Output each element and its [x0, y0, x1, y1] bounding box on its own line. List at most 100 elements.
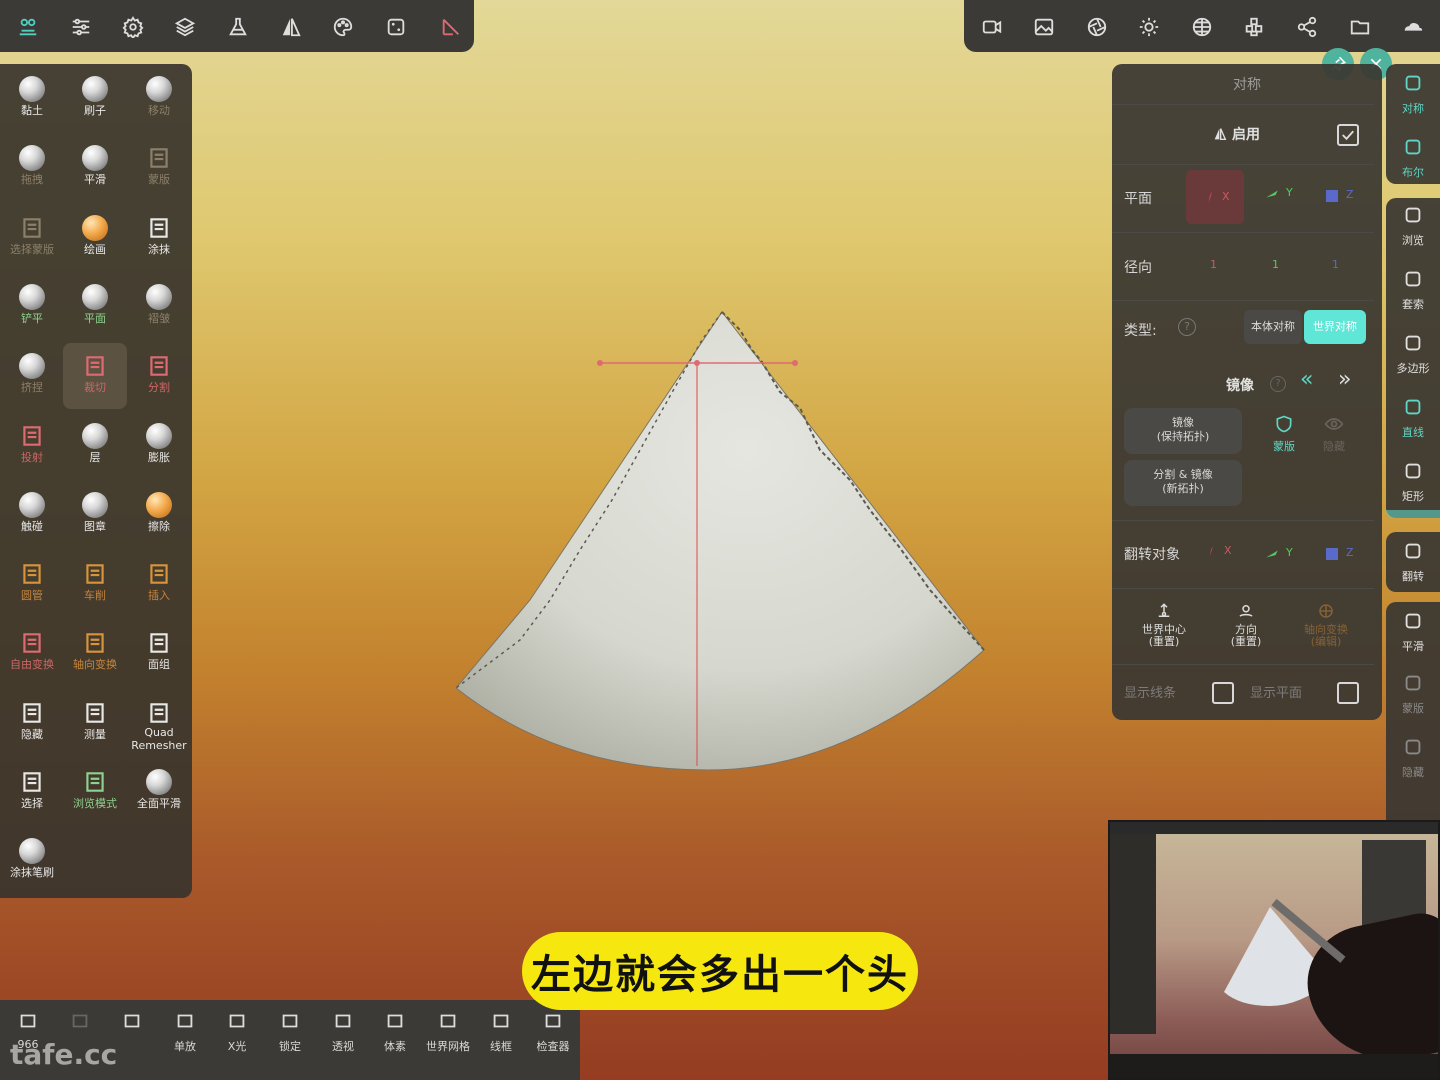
- show-plane-checkbox[interactable]: [1337, 682, 1359, 704]
- tool-18[interactable]: 膨胀: [127, 413, 191, 479]
- right-sidebar-item-4[interactable]: 套索: [1386, 268, 1440, 312]
- tool-16[interactable]: 投射: [0, 413, 64, 479]
- bottom-toolbar-item-10[interactable]: 线框: [475, 1010, 527, 1054]
- tool-20[interactable]: 图章: [63, 482, 127, 548]
- sun-icon[interactable]: [1136, 14, 1162, 40]
- globe-grid-icon[interactable]: [1189, 14, 1215, 40]
- type-local-option[interactable]: 本体对称: [1244, 310, 1302, 344]
- tool-29[interactable]: 测量: [63, 690, 127, 756]
- bottom-toolbar-item-9[interactable]: 世界网格: [422, 1010, 474, 1054]
- folder-icon[interactable]: [1347, 14, 1373, 40]
- help-icon[interactable]: ?: [1178, 318, 1196, 336]
- mirror-keep-topology-button[interactable]: 镜像 (保持拓扑): [1124, 408, 1242, 454]
- bottom-toolbar-item-3[interactable]: [106, 1010, 158, 1038]
- right-sidebar-item-7[interactable]: 矩形: [1386, 460, 1440, 504]
- radial-y-value[interactable]: 1: [1272, 258, 1279, 271]
- trim-handle-left[interactable]: [597, 360, 603, 366]
- tool-11[interactable]: 平面: [63, 274, 127, 340]
- settings-icon[interactable]: [120, 14, 146, 40]
- right-sidebar-item-11[interactable]: 隐藏: [1386, 736, 1440, 780]
- trim-handle-right[interactable]: [792, 360, 798, 366]
- tool-12[interactable]: 褶皱: [127, 274, 191, 340]
- tool-8[interactable]: 绘画: [63, 205, 127, 271]
- tool-25[interactable]: 自由变换: [0, 620, 64, 686]
- flask-icon[interactable]: [225, 14, 251, 40]
- tool-2[interactable]: 刷子: [63, 66, 127, 132]
- trim-handle-center[interactable]: [694, 360, 700, 366]
- help-icon[interactable]: ?: [1270, 376, 1286, 392]
- bottom-toolbar-item-5[interactable]: X光: [211, 1010, 263, 1054]
- symmetry-icon[interactable]: [278, 14, 304, 40]
- tool-4[interactable]: 拖拽: [0, 135, 64, 201]
- tool-24[interactable]: 插入: [127, 551, 191, 617]
- right-sidebar-item-5[interactable]: 多边形: [1386, 332, 1440, 376]
- right-sidebar-item-1[interactable]: 对称: [1386, 72, 1440, 116]
- radial-z-value[interactable]: 1: [1332, 258, 1339, 271]
- tool-14[interactable]: 裁切: [63, 343, 127, 410]
- tool-10[interactable]: 铲平: [0, 274, 64, 340]
- plane-z-toggle[interactable]: Z: [1326, 188, 1354, 202]
- symmetry-enable-row[interactable]: 启用: [1212, 124, 1260, 144]
- right-sidebar-item-9[interactable]: 平滑: [1386, 610, 1440, 654]
- tool-30[interactable]: Quad Remesher: [127, 690, 191, 756]
- tool-3[interactable]: 移动: [127, 66, 191, 132]
- tool-22[interactable]: 圆管: [0, 551, 64, 617]
- tool-21[interactable]: 擦除: [127, 482, 191, 548]
- right-sidebar-item-8[interactable]: 翻转: [1386, 540, 1440, 584]
- split-mirror-button[interactable]: 分割 & 镜像 (新拓扑): [1124, 460, 1242, 506]
- share-icon[interactable]: [1294, 14, 1320, 40]
- tool-19[interactable]: 触碰: [0, 482, 64, 548]
- tool-26[interactable]: 轴向变换: [63, 620, 127, 686]
- direction-button[interactable]: 方向 (重置): [1214, 602, 1278, 648]
- tool-13[interactable]: 挤捏: [0, 343, 64, 409]
- show-lines-checkbox[interactable]: [1212, 682, 1234, 704]
- sliders-icon[interactable]: [68, 14, 94, 40]
- tool-17[interactable]: 层: [63, 413, 127, 479]
- right-sidebar-item-2[interactable]: 布尔: [1386, 136, 1440, 180]
- tool-28[interactable]: 隐藏: [0, 690, 64, 756]
- sculpt-viewport[interactable]: [440, 300, 1000, 780]
- tool-32[interactable]: 浏览模式: [63, 759, 127, 825]
- mirror-mask-button[interactable]: 蒙版: [1262, 414, 1306, 454]
- right-sidebar-item-10[interactable]: 蒙版: [1386, 672, 1440, 716]
- sculpt-tools-icon[interactable]: [15, 14, 41, 40]
- flip-y-button[interactable]: Y: [1262, 546, 1293, 565]
- voxels-icon[interactable]: [1241, 14, 1267, 40]
- right-sidebar-item-3[interactable]: 浏览: [1386, 204, 1440, 248]
- plane-x-toggle[interactable]: X: [1186, 170, 1244, 224]
- bottom-toolbar-item-11[interactable]: 检查器: [527, 1010, 579, 1054]
- chevron-right-icon[interactable]: »: [1338, 369, 1351, 391]
- video-icon[interactable]: [979, 14, 1005, 40]
- palette-icon[interactable]: [330, 14, 356, 40]
- mirror-hide-button[interactable]: 隐藏: [1312, 414, 1356, 454]
- radial-x-value[interactable]: 1: [1210, 258, 1217, 271]
- dice-icon[interactable]: [383, 14, 409, 40]
- tool-1[interactable]: 黏土: [0, 66, 64, 132]
- flip-z-button[interactable]: Z: [1326, 546, 1354, 560]
- type-world-option[interactable]: 世界对称: [1304, 310, 1366, 344]
- bottom-toolbar-item-6[interactable]: 锁定: [264, 1010, 316, 1054]
- world-center-button[interactable]: 世界中心 (重置): [1132, 602, 1196, 648]
- bottom-toolbar-item-4[interactable]: 单放: [159, 1010, 211, 1054]
- tool-33[interactable]: 全面平滑: [127, 759, 191, 825]
- layers-icon[interactable]: [172, 14, 198, 40]
- bottom-toolbar-item-2[interactable]: [54, 1010, 106, 1038]
- tool-9[interactable]: 涂抹: [127, 205, 191, 271]
- tool-7[interactable]: 选择蒙版: [0, 205, 64, 271]
- tool-23[interactable]: 车削: [63, 551, 127, 617]
- tool-15[interactable]: 分割: [127, 343, 191, 409]
- right-sidebar-item-6[interactable]: 直线: [1386, 396, 1440, 440]
- tool-34[interactable]: 涂抹笔刷: [0, 828, 64, 894]
- trim-tool-icon[interactable]: [438, 14, 464, 40]
- aperture-icon[interactable]: [1084, 14, 1110, 40]
- tool-27[interactable]: 面组: [127, 620, 191, 686]
- enable-checkbox[interactable]: [1337, 124, 1359, 146]
- tool-5[interactable]: 平滑: [63, 135, 127, 201]
- cloud-icon[interactable]: [1400, 14, 1426, 40]
- plane-y-toggle[interactable]: Y: [1262, 186, 1293, 205]
- flip-x-button[interactable]: X: [1206, 542, 1232, 564]
- bottom-toolbar-item-7[interactable]: 透视: [317, 1010, 369, 1054]
- image-icon[interactable]: [1031, 14, 1057, 40]
- chevron-left-icon[interactable]: «: [1300, 369, 1313, 391]
- bottom-toolbar-item-8[interactable]: 体素: [369, 1010, 421, 1054]
